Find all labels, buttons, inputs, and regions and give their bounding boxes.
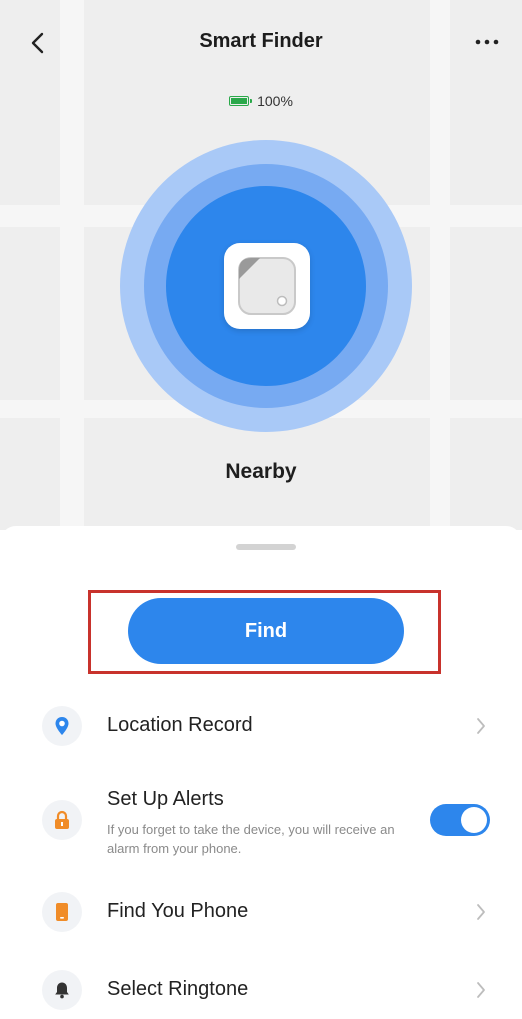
more-dots-icon <box>475 39 499 45</box>
menu-item-label: Select Ringtone <box>107 978 249 1000</box>
chevron-right-icon <box>474 716 488 736</box>
battery-status: 100% <box>0 93 522 109</box>
chevron-right-icon <box>474 980 488 1000</box>
battery-percentage: 100% <box>257 93 293 109</box>
tracker-device-icon <box>224 243 310 329</box>
alerts-toggle[interactable] <box>430 804 490 836</box>
map-area: Smart Finder 100% Nearby <box>0 0 522 530</box>
header: Smart Finder <box>0 0 522 80</box>
chevron-right-icon <box>474 902 488 922</box>
menu-item-select-ringtone[interactable]: Select Ringtone <box>0 970 522 1010</box>
menu-item-label: Location Record <box>107 714 253 736</box>
location-pin-icon <box>42 706 82 746</box>
menu-item-location-record[interactable]: Location Record <box>0 706 522 746</box>
alert-description: If you forget to take the device, you wi… <box>107 822 395 856</box>
toggle-knob <box>461 807 487 833</box>
find-button[interactable]: Find <box>128 598 404 664</box>
phone-icon <box>42 892 82 932</box>
battery-icon <box>229 96 253 106</box>
menu-item-label: Set Up Alerts <box>107 788 224 810</box>
lock-icon <box>42 800 82 840</box>
proximity-status: Nearby <box>225 460 297 483</box>
menu-item-set-up-alerts: Set Up Alerts If you forget to take the … <box>0 788 522 860</box>
bottom-sheet: Find Location Record Set Up Alerts If yo… <box>0 526 522 1019</box>
menu-item-label: Find You Phone <box>107 900 249 922</box>
page-title: Smart Finder <box>199 30 323 52</box>
more-options-button[interactable] <box>470 30 504 54</box>
bell-icon <box>42 970 82 1010</box>
menu-item-find-phone[interactable]: Find You Phone <box>0 892 522 932</box>
drag-handle[interactable] <box>236 544 296 550</box>
